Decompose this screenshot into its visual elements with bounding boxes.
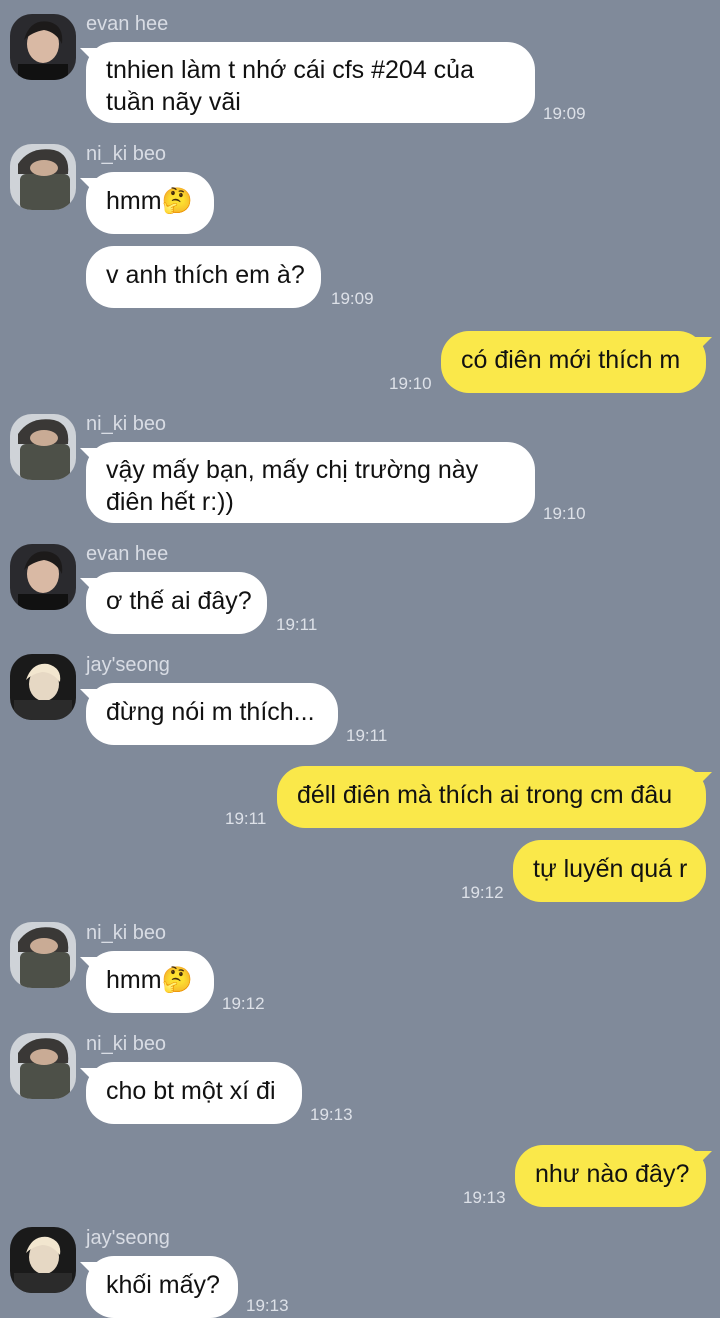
avatar-evan-hee[interactable] bbox=[10, 544, 76, 610]
avatar-ni-ki-beo[interactable] bbox=[10, 1033, 76, 1099]
sender-name: ni_ki beo bbox=[86, 143, 167, 165]
sender-name: evan hee bbox=[86, 543, 169, 565]
jayseong-avatar-icon bbox=[10, 654, 76, 720]
message-bubble-outgoing[interactable]: tự luyến quá r bbox=[513, 840, 706, 902]
message-text: hmm🤔 bbox=[106, 966, 193, 994]
jayseong-avatar-icon bbox=[10, 1227, 76, 1293]
avatar-ni-ki-beo[interactable] bbox=[10, 922, 76, 988]
message-time: 19:13 bbox=[463, 1188, 506, 1207]
avatar-jayseong[interactable] bbox=[10, 1227, 76, 1293]
message-time: 19:13 bbox=[310, 1105, 353, 1124]
sender-name: evan hee bbox=[86, 13, 169, 35]
message-bubble-outgoing[interactable]: có điên mới thích m bbox=[441, 331, 706, 393]
sender-name: ni_ki beo bbox=[86, 922, 167, 944]
ni-ki-beo-avatar-icon bbox=[10, 414, 76, 480]
message-time: 19:09 bbox=[543, 104, 586, 123]
message-bubble[interactable]: tnhien làm t nhớ cái cfs #204 của tuần n… bbox=[86, 42, 535, 123]
message-time: 19:10 bbox=[389, 374, 432, 393]
sender-name: jay'seong bbox=[86, 1227, 170, 1249]
message-bubble-outgoing[interactable]: đéll điên mà thích ai trong cm đâu bbox=[277, 766, 706, 828]
message-text-line: tnhien làm t nhớ cái cfs #204 của bbox=[106, 56, 474, 84]
message-text: ơ thế ai đây? bbox=[106, 587, 252, 615]
sender-name: ni_ki beo bbox=[86, 1033, 167, 1055]
message-time: 19:11 bbox=[225, 809, 267, 828]
message-text: tự luyến quá r bbox=[533, 855, 688, 883]
message-time: 19:09 bbox=[331, 289, 374, 308]
message-text: khối mấy? bbox=[106, 1271, 220, 1299]
evan-hee-avatar-icon bbox=[10, 544, 76, 610]
ni-ki-beo-avatar-icon bbox=[10, 922, 76, 988]
avatar-jayseong[interactable] bbox=[10, 654, 76, 720]
avatar-evan-hee[interactable] bbox=[10, 14, 76, 80]
message-text: hmm🤔 bbox=[106, 187, 193, 215]
message-time: 19:11 bbox=[346, 726, 388, 745]
message-bubble[interactable]: hmm🤔 bbox=[86, 172, 214, 234]
message-time: 19:10 bbox=[543, 504, 586, 523]
message-text-line: tuần nãy vãi bbox=[106, 88, 241, 116]
avatar-ni-ki-beo[interactable] bbox=[10, 414, 76, 480]
message-text: đừng nói m thích... bbox=[106, 698, 315, 726]
sender-name: ni_ki beo bbox=[86, 413, 167, 435]
message-bubble-outgoing[interactable]: như nào đây? bbox=[515, 1145, 706, 1207]
ni-ki-beo-avatar-icon bbox=[10, 144, 76, 210]
message-bubble[interactable]: khối mấy? bbox=[86, 1256, 238, 1318]
message-bubble[interactable]: đừng nói m thích... bbox=[86, 683, 338, 745]
message-text: đéll điên mà thích ai trong cm đâu bbox=[297, 781, 673, 809]
sender-name: jay'seong bbox=[86, 654, 170, 676]
message-text-line: điên hết r:)) bbox=[106, 488, 234, 516]
message-time: 19:13 bbox=[246, 1296, 289, 1315]
evan-hee-avatar-icon bbox=[10, 14, 76, 80]
message-bubble[interactable]: hmm🤔 bbox=[86, 951, 214, 1013]
message-bubble[interactable]: v anh thích em à? bbox=[86, 246, 321, 308]
message-bubble[interactable]: vậy mấy bạn, mấy chị trường này điên hết… bbox=[86, 442, 535, 523]
message-time: 19:11 bbox=[276, 615, 318, 634]
message-text-line: vậy mấy bạn, mấy chị trường này bbox=[106, 456, 479, 484]
message-time: 19:12 bbox=[461, 883, 504, 902]
message-bubble[interactable]: cho bt một xí đi bbox=[86, 1062, 302, 1124]
message-text: có điên mới thích m bbox=[461, 346, 681, 374]
avatar-ni-ki-beo[interactable] bbox=[10, 144, 76, 210]
message-text: như nào đây? bbox=[535, 1160, 690, 1188]
message-text: v anh thích em à? bbox=[106, 261, 305, 289]
ni-ki-beo-avatar-icon bbox=[10, 1033, 76, 1099]
message-text: cho bt một xí đi bbox=[106, 1077, 276, 1105]
message-time: 19:12 bbox=[222, 994, 265, 1013]
message-bubble[interactable]: ơ thế ai đây? bbox=[86, 572, 267, 634]
